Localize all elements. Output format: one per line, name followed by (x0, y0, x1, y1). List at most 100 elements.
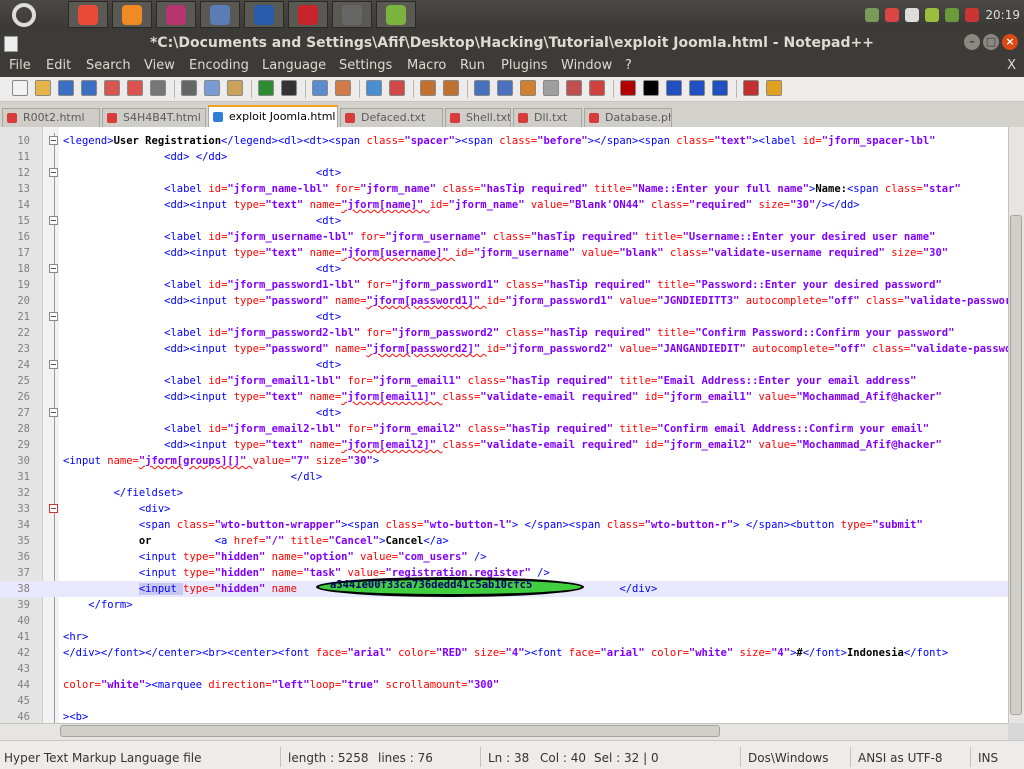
document-close-button[interactable]: X (1007, 58, 1016, 73)
new-file-icon[interactable] (12, 80, 28, 96)
code-line[interactable]: 10 <legend>User Registration</legend><dl>… (0, 133, 1008, 149)
fold-toggle-icon[interactable] (49, 312, 58, 321)
fold-toggle-icon[interactable] (49, 136, 58, 145)
function-list-icon[interactable] (566, 80, 582, 96)
menu-view[interactable]: View (144, 58, 175, 73)
fold-toggle-icon[interactable] (49, 216, 58, 225)
redo-icon[interactable] (281, 80, 297, 96)
play-macro-icon[interactable] (666, 80, 682, 96)
menu-run[interactable]: Run (460, 58, 485, 73)
code-line[interactable]: 44 color="white"><marquee direction="left… (0, 677, 1008, 693)
menu-plugins[interactable]: Plugins (501, 58, 548, 73)
sync-v-icon[interactable] (420, 80, 436, 96)
open-file-icon[interactable] (35, 80, 51, 96)
close-file-icon[interactable] (104, 80, 120, 96)
code-line[interactable]: 27 <dt> (0, 405, 1008, 421)
menu-language[interactable]: Language (262, 58, 326, 73)
record-macro-icon[interactable] (620, 80, 636, 96)
code-line[interactable]: 34 <span class="wto-button-wrapper"><spa… (0, 517, 1008, 533)
code-line[interactable]: 30 <input name="jform[groups][]" value="7… (0, 453, 1008, 469)
code-line[interactable]: 22 <label id="jform_password2-lbl" for="… (0, 325, 1008, 341)
code-line[interactable]: 40 (0, 613, 1008, 629)
chat-icon[interactable] (945, 8, 960, 22)
tab-s4h4b4t-html[interactable]: S4H4B4T.html (102, 108, 206, 127)
sync-h-icon[interactable] (443, 80, 459, 96)
code-line[interactable]: 14 <dd><input type="text" name="jform[na… (0, 197, 1008, 213)
stop-macro-icon[interactable] (643, 80, 659, 96)
fold-toggle-icon[interactable] (49, 408, 58, 417)
email-icon[interactable] (925, 8, 940, 22)
copy-icon[interactable] (204, 80, 220, 96)
fold-toggle-icon[interactable] (49, 504, 58, 513)
code-line[interactable]: 36 <input type="hidden" name="option" va… (0, 549, 1008, 565)
menu-settings[interactable]: Settings (339, 58, 392, 73)
code-line[interactable]: 26 <dd><input type="text" name="jform[em… (0, 389, 1008, 405)
code-line[interactable]: 28 <label id="jform_email2-lbl" for="jfo… (0, 421, 1008, 437)
taskbar-app-1[interactable] (112, 1, 152, 28)
save-macro-icon[interactable] (712, 80, 728, 96)
code-line[interactable]: 24 <dt> (0, 357, 1008, 373)
code-line[interactable]: 43 (0, 661, 1008, 677)
arrow-icon[interactable] (865, 8, 880, 22)
fold-toggle-icon[interactable] (49, 360, 58, 369)
undo-icon[interactable] (258, 80, 274, 96)
code-line[interactable]: 31 </dl> (0, 469, 1008, 485)
tab-database-php[interactable]: Database.php (584, 108, 672, 127)
tab-r00t2-html[interactable]: R00t2.html (2, 108, 100, 127)
shield-icon[interactable] (965, 8, 980, 22)
save-icon[interactable] (58, 80, 74, 96)
code-line[interactable]: 19 <label id="jform_password1-lbl" for="… (0, 277, 1008, 293)
network-icon[interactable] (905, 8, 920, 22)
minimize-button[interactable]: – (964, 34, 980, 50)
code-line[interactable]: 45 (0, 693, 1008, 709)
fold-toggle-icon[interactable] (49, 264, 58, 273)
paste-icon[interactable] (227, 80, 243, 96)
menu-encoding[interactable]: Encoding (189, 58, 249, 73)
clock[interactable]: 20:19 (985, 8, 1020, 22)
taskbar-app-0[interactable] (68, 1, 108, 28)
code-line[interactable]: 32 </fieldset> (0, 485, 1008, 501)
code-line[interactable]: 33 <div> (0, 501, 1008, 517)
code-line[interactable]: 35 or <a href="/" title="Cancel">Cancel<… (0, 533, 1008, 549)
save-all-icon[interactable] (81, 80, 97, 96)
tab-shell-txt[interactable]: Shell.txt (445, 108, 511, 127)
taskbar-app-2[interactable] (156, 1, 196, 28)
close-button[interactable]: × (1002, 34, 1018, 50)
code-editor[interactable]: 10 <legend>User Registration</legend><dl>… (0, 127, 1008, 723)
close-all-icon[interactable] (127, 80, 143, 96)
code-line[interactable]: 39 </form> (0, 597, 1008, 613)
taskbar-app-7[interactable] (376, 1, 416, 28)
tab-defaced-txt[interactable]: Defaced.txt (340, 108, 443, 127)
menu-window[interactable]: Window (561, 58, 612, 73)
menu-help[interactable]: ? (625, 58, 632, 73)
code-line[interactable]: 21 <dt> (0, 309, 1008, 325)
zoom-in-icon[interactable] (366, 80, 382, 96)
code-line[interactable]: 42 </div></font></center><br><center><fon… (0, 645, 1008, 661)
taskbar-app-3[interactable] (200, 1, 240, 28)
code-line[interactable]: 41 <hr> (0, 629, 1008, 645)
wrap-icon[interactable] (474, 80, 490, 96)
tab-dll-txt[interactable]: Dll.txt (513, 108, 582, 127)
indent-guide-icon[interactable] (520, 80, 536, 96)
show-all-icon[interactable] (497, 80, 513, 96)
taskbar-app-4[interactable] (244, 1, 284, 28)
menu-search[interactable]: Search (86, 58, 131, 73)
folder-icon[interactable] (589, 80, 605, 96)
app-indicator-icon[interactable] (885, 8, 900, 22)
code-line[interactable]: 20 <dd><input type="password" name="jfor… (0, 293, 1008, 309)
print-icon[interactable] (150, 80, 166, 96)
ubuntu-logo-icon[interactable] (4, 0, 44, 30)
pen-icon[interactable] (766, 80, 782, 96)
menu-file[interactable]: File (9, 58, 31, 73)
code-line[interactable]: 11 <dd> </dd> (0, 149, 1008, 165)
cut-icon[interactable] (181, 80, 197, 96)
vertical-scroll-thumb[interactable] (1010, 215, 1022, 715)
taskbar-app-6[interactable] (332, 1, 372, 28)
code-line[interactable]: 18 <dt> (0, 261, 1008, 277)
menu-macro[interactable]: Macro (407, 58, 446, 73)
find-icon[interactable] (312, 80, 328, 96)
code-line[interactable]: 46 ><b> (0, 709, 1008, 723)
doc-map-icon[interactable] (543, 80, 559, 96)
code-line[interactable]: 17 <dd><input type="text" name="jform[us… (0, 245, 1008, 261)
code-line[interactable]: 25 <label id="jform_email1-lbl" for="jfo… (0, 373, 1008, 389)
